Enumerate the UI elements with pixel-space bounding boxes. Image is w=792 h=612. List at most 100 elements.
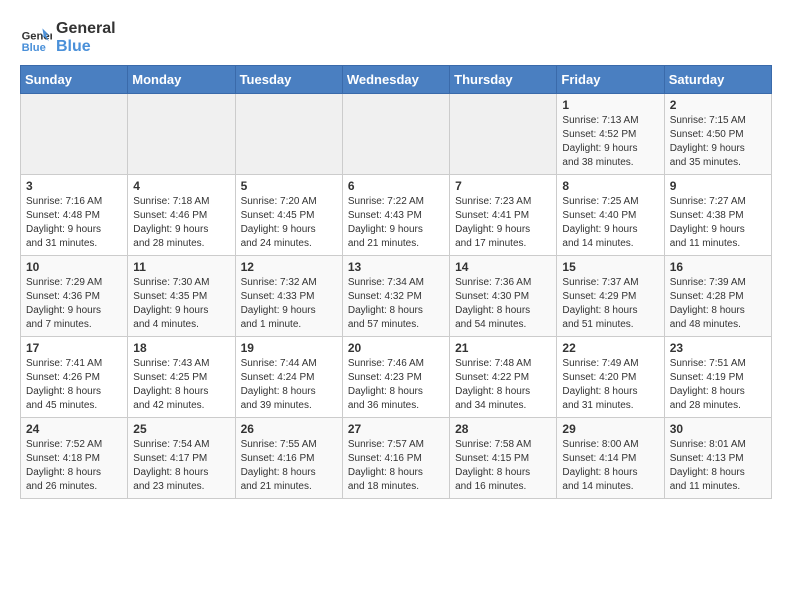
day-number: 8 xyxy=(562,179,658,193)
day-number: 19 xyxy=(241,341,337,355)
day-number: 21 xyxy=(455,341,551,355)
day-info: Sunrise: 7:22 AM Sunset: 4:43 PM Dayligh… xyxy=(348,195,444,251)
day-number: 3 xyxy=(26,179,122,193)
day-number: 25 xyxy=(133,422,229,436)
day-number: 17 xyxy=(26,341,122,355)
calendar-cell: 2Sunrise: 7:15 AM Sunset: 4:50 PM Daylig… xyxy=(664,94,771,175)
calendar-cell xyxy=(21,94,128,175)
weekday-header-saturday: Saturday xyxy=(664,66,771,94)
calendar-cell: 19 Sunrise: 7:44 AM Sunset: 4:24 PM Dayli… xyxy=(235,337,342,418)
calendar-cell: 18 Sunrise: 7:43 AM Sunset: 4:25 PM Dayli… xyxy=(128,337,235,418)
day-number: 26 xyxy=(241,422,337,436)
calendar-cell: 13 Sunrise: 7:34 AM Sunset: 4:32 PM Dayli… xyxy=(342,256,449,337)
calendar-week-5: 24Sunrise: 7:52 AM Sunset: 4:18 PM Dayli… xyxy=(21,418,772,499)
day-info: Sunrise: 7:32 AM Sunset: 4:33 PM Dayligh… xyxy=(241,276,337,332)
day-info: Sunrise: 7:54 AM Sunset: 4:17 PM Dayligh… xyxy=(133,438,229,494)
weekday-header-thursday: Thursday xyxy=(450,66,557,94)
day-info: Sunrise: 7:49 AM Sunset: 4:20 PM Dayligh… xyxy=(562,357,658,413)
logo-general: General xyxy=(56,20,116,38)
day-info: Sunrise: 7:57 AM Sunset: 4:16 PM Dayligh… xyxy=(348,438,444,494)
day-info: Sunrise: 7:25 AM Sunset: 4:40 PM Dayligh… xyxy=(562,195,658,251)
calendar-cell: 27Sunrise: 7:57 AM Sunset: 4:16 PM Dayli… xyxy=(342,418,449,499)
day-number: 29 xyxy=(562,422,658,436)
day-info: Sunrise: 7:13 AM Sunset: 4:52 PM Dayligh… xyxy=(562,114,658,170)
weekday-header-monday: Monday xyxy=(128,66,235,94)
calendar-table: SundayMondayTuesdayWednesdayThursdayFrid… xyxy=(20,65,772,499)
weekday-header-sunday: Sunday xyxy=(21,66,128,94)
calendar-week-3: 10 Sunrise: 7:29 AM Sunset: 4:36 PM Dayli… xyxy=(21,256,772,337)
day-number: 12 xyxy=(241,260,337,274)
calendar-cell: 14 Sunrise: 7:36 AM Sunset: 4:30 PM Dayli… xyxy=(450,256,557,337)
day-number: 10 xyxy=(26,260,122,274)
calendar-cell: 9Sunrise: 7:27 AM Sunset: 4:38 PM Daylig… xyxy=(664,175,771,256)
calendar-cell: 12 Sunrise: 7:32 AM Sunset: 4:33 PM Dayli… xyxy=(235,256,342,337)
day-info: Sunrise: 7:36 AM Sunset: 4:30 PM Dayligh… xyxy=(455,276,551,332)
day-info: Sunrise: 7:48 AM Sunset: 4:22 PM Dayligh… xyxy=(455,357,551,413)
day-number: 30 xyxy=(670,422,766,436)
day-info: Sunrise: 7:20 AM Sunset: 4:45 PM Dayligh… xyxy=(241,195,337,251)
day-info: Sunrise: 7:39 AM Sunset: 4:28 PM Dayligh… xyxy=(670,276,766,332)
day-number: 23 xyxy=(670,341,766,355)
day-number: 14 xyxy=(455,260,551,274)
calendar-cell: 1 Sunrise: 7:13 AM Sunset: 4:52 PM Daylig… xyxy=(557,94,664,175)
day-info: Sunrise: 7:43 AM Sunset: 4:25 PM Dayligh… xyxy=(133,357,229,413)
logo: General Blue General Blue xyxy=(20,20,116,55)
day-number: 15 xyxy=(562,260,658,274)
logo-blue: Blue xyxy=(56,38,116,56)
day-number: 4 xyxy=(133,179,229,193)
day-info: Sunrise: 7:41 AM Sunset: 4:26 PM Dayligh… xyxy=(26,357,122,413)
calendar-cell: 29Sunrise: 8:00 AM Sunset: 4:14 PM Dayli… xyxy=(557,418,664,499)
calendar-week-2: 3 Sunrise: 7:16 AM Sunset: 4:48 PM Daylig… xyxy=(21,175,772,256)
calendar-cell: 30 Sunrise: 8:01 AM Sunset: 4:13 PM Dayli… xyxy=(664,418,771,499)
day-info: Sunrise: 7:37 AM Sunset: 4:29 PM Dayligh… xyxy=(562,276,658,332)
day-info: Sunrise: 8:01 AM Sunset: 4:13 PM Dayligh… xyxy=(670,438,766,494)
logo-icon: General Blue xyxy=(20,22,52,54)
calendar-header-row: SundayMondayTuesdayWednesdayThursdayFrid… xyxy=(21,66,772,94)
day-number: 28 xyxy=(455,422,551,436)
calendar-cell xyxy=(128,94,235,175)
calendar-cell xyxy=(342,94,449,175)
weekday-header-tuesday: Tuesday xyxy=(235,66,342,94)
calendar-cell: 21 Sunrise: 7:48 AM Sunset: 4:22 PM Dayli… xyxy=(450,337,557,418)
day-number: 1 xyxy=(562,98,658,112)
day-number: 11 xyxy=(133,260,229,274)
calendar-cell: 16 Sunrise: 7:39 AM Sunset: 4:28 PM Dayli… xyxy=(664,256,771,337)
day-number: 9 xyxy=(670,179,766,193)
calendar-cell: 28 Sunrise: 7:58 AM Sunset: 4:15 PM Dayli… xyxy=(450,418,557,499)
calendar-cell xyxy=(235,94,342,175)
day-number: 13 xyxy=(348,260,444,274)
day-info: Sunrise: 7:23 AM Sunset: 4:41 PM Dayligh… xyxy=(455,195,551,251)
calendar-cell xyxy=(450,94,557,175)
day-info: Sunrise: 7:58 AM Sunset: 4:15 PM Dayligh… xyxy=(455,438,551,494)
calendar-cell: 5 Sunrise: 7:20 AM Sunset: 4:45 PM Daylig… xyxy=(235,175,342,256)
day-number: 6 xyxy=(348,179,444,193)
calendar-cell: 20Sunrise: 7:46 AM Sunset: 4:23 PM Dayli… xyxy=(342,337,449,418)
day-number: 18 xyxy=(133,341,229,355)
calendar-week-4: 17 Sunrise: 7:41 AM Sunset: 4:26 PM Dayli… xyxy=(21,337,772,418)
day-number: 20 xyxy=(348,341,444,355)
weekday-header-friday: Friday xyxy=(557,66,664,94)
day-number: 2 xyxy=(670,98,766,112)
calendar-cell: 11 Sunrise: 7:30 AM Sunset: 4:35 PM Dayli… xyxy=(128,256,235,337)
calendar-cell: 22 Sunrise: 7:49 AM Sunset: 4:20 PM Dayli… xyxy=(557,337,664,418)
day-info: Sunrise: 7:29 AM Sunset: 4:36 PM Dayligh… xyxy=(26,276,122,332)
calendar-cell: 26Sunrise: 7:55 AM Sunset: 4:16 PM Dayli… xyxy=(235,418,342,499)
calendar-cell: 23Sunrise: 7:51 AM Sunset: 4:19 PM Dayli… xyxy=(664,337,771,418)
day-number: 5 xyxy=(241,179,337,193)
day-info: Sunrise: 7:44 AM Sunset: 4:24 PM Dayligh… xyxy=(241,357,337,413)
calendar-cell: 4Sunrise: 7:18 AM Sunset: 4:46 PM Daylig… xyxy=(128,175,235,256)
calendar-cell: 15 Sunrise: 7:37 AM Sunset: 4:29 PM Dayli… xyxy=(557,256,664,337)
day-number: 22 xyxy=(562,341,658,355)
day-info: Sunrise: 7:30 AM Sunset: 4:35 PM Dayligh… xyxy=(133,276,229,332)
day-info: Sunrise: 7:34 AM Sunset: 4:32 PM Dayligh… xyxy=(348,276,444,332)
day-number: 24 xyxy=(26,422,122,436)
calendar-week-1: 1 Sunrise: 7:13 AM Sunset: 4:52 PM Daylig… xyxy=(21,94,772,175)
svg-text:Blue: Blue xyxy=(22,41,46,53)
day-info: Sunrise: 7:16 AM Sunset: 4:48 PM Dayligh… xyxy=(26,195,122,251)
calendar-cell: 8 Sunrise: 7:25 AM Sunset: 4:40 PM Daylig… xyxy=(557,175,664,256)
day-number: 7 xyxy=(455,179,551,193)
calendar-cell: 24Sunrise: 7:52 AM Sunset: 4:18 PM Dayli… xyxy=(21,418,128,499)
calendar-cell: 25 Sunrise: 7:54 AM Sunset: 4:17 PM Dayli… xyxy=(128,418,235,499)
svg-text:General: General xyxy=(22,30,52,42)
day-number: 16 xyxy=(670,260,766,274)
